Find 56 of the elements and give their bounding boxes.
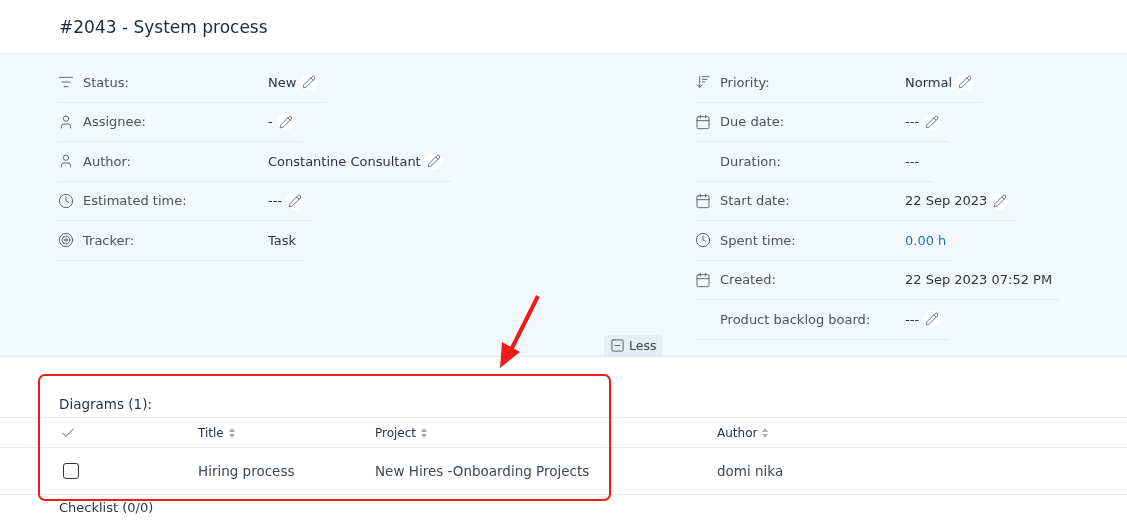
- value-link[interactable]: 0.00 h: [905, 232, 947, 248]
- field-label: Author:: [83, 153, 132, 169]
- field-label: Estimated time:: [83, 193, 188, 209]
- calendar-icon: [695, 271, 711, 288]
- calendar-icon: [695, 192, 711, 209]
- field-label: Tracker:: [83, 232, 136, 248]
- column-header[interactable]: Title: [198, 425, 224, 440]
- field-value: 22 Sep 2023: [905, 193, 988, 209]
- edit-button[interactable]: [956, 73, 975, 92]
- section-heading: Diagrams (1):: [58, 395, 153, 414]
- field-label: Created:: [720, 272, 777, 288]
- clock-icon: [58, 192, 74, 209]
- field-value: New: [268, 74, 297, 90]
- edit-button[interactable]: [300, 73, 319, 92]
- field-value: ---: [905, 311, 920, 327]
- field-value: Constantine Consultant: [268, 153, 421, 169]
- table-cell: Hiring process: [198, 463, 295, 479]
- table-cell: domi nika: [717, 463, 784, 479]
- sort-icon[interactable]: [761, 426, 770, 439]
- section-heading: Checklist (0/0): [58, 499, 155, 515]
- sort-icon[interactable]: [227, 426, 236, 439]
- edit-button[interactable]: [276, 112, 295, 131]
- sort-icon[interactable]: [420, 426, 429, 439]
- calendar-icon: [695, 113, 711, 130]
- row-checkbox[interactable]: [63, 463, 79, 479]
- field-value: ---: [905, 114, 920, 130]
- field-label: Priority:: [720, 74, 771, 90]
- person-icon: [58, 153, 74, 170]
- field-value: Normal: [905, 74, 953, 90]
- less-button[interactable]: Less: [604, 335, 663, 356]
- clock-icon: [695, 232, 711, 249]
- person-icon: [58, 113, 74, 130]
- field-label: Start date:: [720, 193, 791, 209]
- edit-button[interactable]: [923, 112, 942, 131]
- edit-button[interactable]: [424, 152, 443, 171]
- priority-icon: [695, 74, 711, 91]
- field-label: Product backlog board:: [720, 311, 872, 327]
- field-label: Status:: [83, 74, 130, 90]
- field-value: 22 Sep 2023 07:52 PM: [905, 272, 1053, 288]
- field-value: ---: [905, 153, 920, 169]
- table-cell: New Hires -Onboarding Projects: [375, 463, 590, 479]
- edit-button[interactable]: [923, 310, 942, 329]
- field-label: Due date:: [720, 114, 786, 130]
- field-label: Spent time:: [720, 232, 797, 248]
- column-header[interactable]: Author: [717, 425, 758, 440]
- column-header[interactable]: Project: [375, 425, 417, 440]
- field-value: Task: [268, 232, 297, 248]
- field-value: -: [268, 114, 273, 130]
- edit-button[interactable]: [991, 191, 1010, 210]
- collapse-icon: [610, 338, 625, 353]
- page-title: #2043 - System process: [59, 16, 268, 37]
- field-label: Assignee:: [83, 114, 147, 130]
- field-label: Duration:: [720, 153, 782, 169]
- field-value: ---: [268, 193, 283, 209]
- edit-button[interactable]: [286, 191, 305, 210]
- target-icon: [58, 232, 74, 249]
